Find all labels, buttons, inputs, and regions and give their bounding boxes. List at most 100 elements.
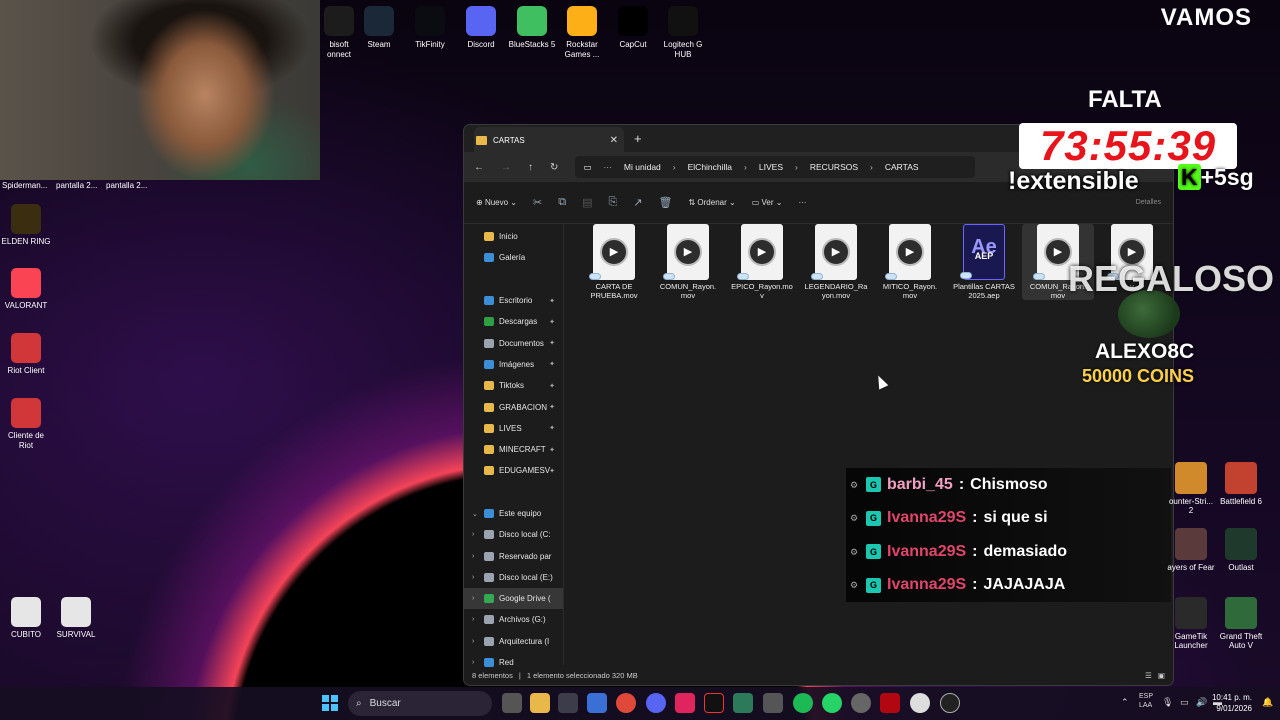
- delete-icon[interactable]: 🗑: [659, 196, 673, 209]
- paste-icon[interactable]: ▤: [582, 196, 592, 209]
- sidebar-item[interactable]: › Google Drive (: [464, 588, 563, 610]
- network-icon[interactable]: ▭: [1180, 697, 1189, 708]
- sidebar-item[interactable]: Imágenes ✦: [464, 354, 563, 375]
- chrome-taskbar-icon[interactable]: [616, 693, 636, 713]
- desktop-shortcut[interactable]: Grand Theft Auto V: [1214, 597, 1268, 650]
- new-button[interactable]: ⊕ Nuevo ⌄: [476, 198, 517, 207]
- forward-arrow-icon[interactable]: →: [501, 162, 511, 173]
- view-button[interactable]: ▭ Ver ⌄: [752, 198, 783, 207]
- refresh-icon[interactable]: ↻: [550, 162, 558, 173]
- sidebar-item[interactable]: › Reservado par: [464, 545, 563, 566]
- rename-icon[interactable]: ⎘: [608, 196, 617, 209]
- explorer-tab[interactable]: CARTAS ✕: [474, 127, 624, 154]
- sort-button[interactable]: ⇅ Ordenar ⌄: [688, 198, 735, 207]
- sidebar-item[interactable]: GRABACION ✦: [464, 396, 563, 417]
- launcher-tikfinity[interactable]: TikFinity: [406, 6, 454, 50]
- language-indicator[interactable]: ESP LAA: [1139, 692, 1153, 710]
- chevron-right-icon[interactable]: ›: [472, 531, 474, 538]
- details-button[interactable]: Detalles: [1136, 199, 1161, 206]
- file-explorer-taskbar-icon[interactable]: [530, 693, 550, 713]
- launcher-logitech[interactable]: Logitech G HUB: [659, 6, 707, 60]
- start-button[interactable]: [322, 695, 338, 711]
- share-icon[interactable]: ↗: [633, 196, 642, 209]
- gamepad-taskbar-icon[interactable]: [763, 693, 783, 713]
- launcher-bluestacks[interactable]: BlueStacks 5: [508, 6, 556, 50]
- app-taskbar-icon[interactable]: [733, 693, 753, 713]
- notification-icon[interactable]: 🔔: [1262, 697, 1273, 708]
- launcher-capcut[interactable]: CapCut: [609, 6, 657, 50]
- sidebar-item[interactable]: ⌄ Este equipo: [464, 503, 563, 524]
- breadcrumb[interactable]: ▭ ··· Mi unidad › ElChinchilla › LIVES › RECUR…: [575, 156, 976, 178]
- tiktok-taskbar-icon[interactable]: [675, 693, 695, 713]
- desktop-shortcut[interactable]: GameTik Launcher: [1164, 597, 1218, 650]
- discord-taskbar-icon[interactable]: [646, 693, 666, 713]
- desktop-shortcut[interactable]: Battlefield 6: [1214, 462, 1268, 506]
- sidebar-item[interactable]: › Disco local (C:: [464, 524, 563, 545]
- copy-icon[interactable]: ⧉: [558, 196, 566, 209]
- spotify-taskbar-icon[interactable]: [793, 693, 813, 713]
- sidebar-item[interactable]: Documentos ✦: [464, 332, 563, 353]
- more-options-button[interactable]: ···: [798, 198, 806, 207]
- breadcrumb-overflow[interactable]: ···: [603, 162, 612, 172]
- details-view-icon[interactable]: ☰: [1145, 671, 1152, 680]
- sidebar-item[interactable]: › Disco local (E:): [464, 567, 563, 588]
- chevron-right-icon[interactable]: ›: [472, 574, 474, 581]
- task-view-icon[interactable]: [502, 693, 522, 713]
- desktop-shortcut[interactable]: Outlast: [1214, 528, 1268, 572]
- back-arrow-icon[interactable]: ←: [474, 162, 484, 173]
- volume-icon[interactable]: 🔊: [1196, 697, 1207, 708]
- desktop-shortcut[interactable]: SURVIVAL: [50, 597, 102, 640]
- whatsapp-taskbar-icon[interactable]: [822, 693, 842, 713]
- desktop-shortcut[interactable]: ELDEN RING: [0, 204, 52, 247]
- new-tab-button[interactable]: +: [634, 131, 642, 146]
- file-item[interactable]: ▶ COMUN_Rayon. mov: [652, 224, 724, 300]
- obs-taskbar-icon[interactable]: [558, 693, 578, 713]
- sidebar-item[interactable]: Inicio: [464, 226, 563, 247]
- chevron-right-icon[interactable]: ›: [472, 595, 474, 602]
- breadcrumb-item[interactable]: Mi unidad: [624, 162, 661, 172]
- up-arrow-icon[interactable]: ↑: [528, 162, 533, 173]
- desktop-shortcut[interactable]: CUBITO: [0, 597, 52, 640]
- chevron-right-icon[interactable]: ›: [472, 616, 474, 623]
- breadcrumb-item[interactable]: LIVES: [759, 162, 783, 172]
- sidebar-item[interactable]: LIVES ✦: [464, 418, 563, 439]
- chevron-right-icon[interactable]: ›: [472, 553, 474, 560]
- tiles-view-icon[interactable]: ▣: [1158, 671, 1165, 680]
- launcher-discord[interactable]: Discord: [457, 6, 505, 50]
- settings-taskbar-icon[interactable]: [851, 693, 871, 713]
- file-item[interactable]: ▶ EPICO_Rayon.mo v: [726, 224, 798, 300]
- sidebar-item[interactable]: EDUGAMESV ✦: [464, 460, 563, 481]
- sidebar-item[interactable]: Tiktoks ✦: [464, 375, 563, 396]
- chevron-right-icon[interactable]: ›: [472, 638, 474, 645]
- desktop-shortcut[interactable]: ayers of Fear: [1164, 528, 1218, 572]
- breadcrumb-item[interactable]: ElChinchilla: [688, 162, 732, 172]
- tikfinity-taskbar-icon[interactable]: [704, 693, 724, 713]
- close-tab-icon[interactable]: ✕: [610, 135, 618, 146]
- desktop-shortcut[interactable]: ounter-Stri... 2: [1164, 462, 1218, 515]
- file-item[interactable]: ▶ LEGENDARIO_Ra yon.mov: [800, 224, 872, 300]
- file-item[interactable]: ▶ CARTA DE PRUEBA.mov: [578, 224, 650, 300]
- file-item[interactable]: ▶ MITICO_Rayon. mov: [874, 224, 946, 300]
- launcher-rockstar[interactable]: Rockstar Games ...: [558, 6, 606, 60]
- taskbar-search[interactable]: ⌕ Buscar: [348, 691, 492, 716]
- cut-icon[interactable]: ✂: [533, 196, 542, 209]
- netflix-taskbar-icon[interactable]: [880, 693, 900, 713]
- sidebar-item[interactable]: Descargas ✦: [464, 311, 563, 332]
- sidebar-item[interactable]: › Arquitectura (I: [464, 631, 563, 652]
- clock-app-taskbar-icon[interactable]: [910, 693, 930, 713]
- sidebar-item[interactable]: Escritorio ✦: [464, 290, 563, 311]
- breadcrumb-item[interactable]: CARTAS: [885, 162, 919, 172]
- desktop-shortcut[interactable]: Riot Client: [0, 333, 52, 376]
- sidebar-item[interactable]: › Archivos (G:): [464, 609, 563, 630]
- desktop-shortcut[interactable]: VALORANT: [0, 268, 52, 311]
- desktop-shortcut[interactable]: Cliente de Riot: [0, 398, 52, 451]
- file-item[interactable]: Ae AEP Plantillas CARTAS 2025.aep: [948, 224, 1020, 300]
- taskbar-clock[interactable]: 10:41 p. m. 9/01/2026: [1212, 692, 1252, 714]
- sidebar-item[interactable]: Galería: [464, 247, 563, 268]
- tray-chevron-icon[interactable]: ⌃: [1121, 697, 1129, 708]
- breadcrumb-item[interactable]: RECURSOS: [810, 162, 858, 172]
- launcher-steam[interactable]: Steam: [355, 6, 403, 50]
- chevron-down-icon[interactable]: ⌄: [472, 510, 478, 518]
- store-taskbar-icon[interactable]: [587, 693, 607, 713]
- microphone-icon[interactable]: 🎙: [1162, 697, 1173, 708]
